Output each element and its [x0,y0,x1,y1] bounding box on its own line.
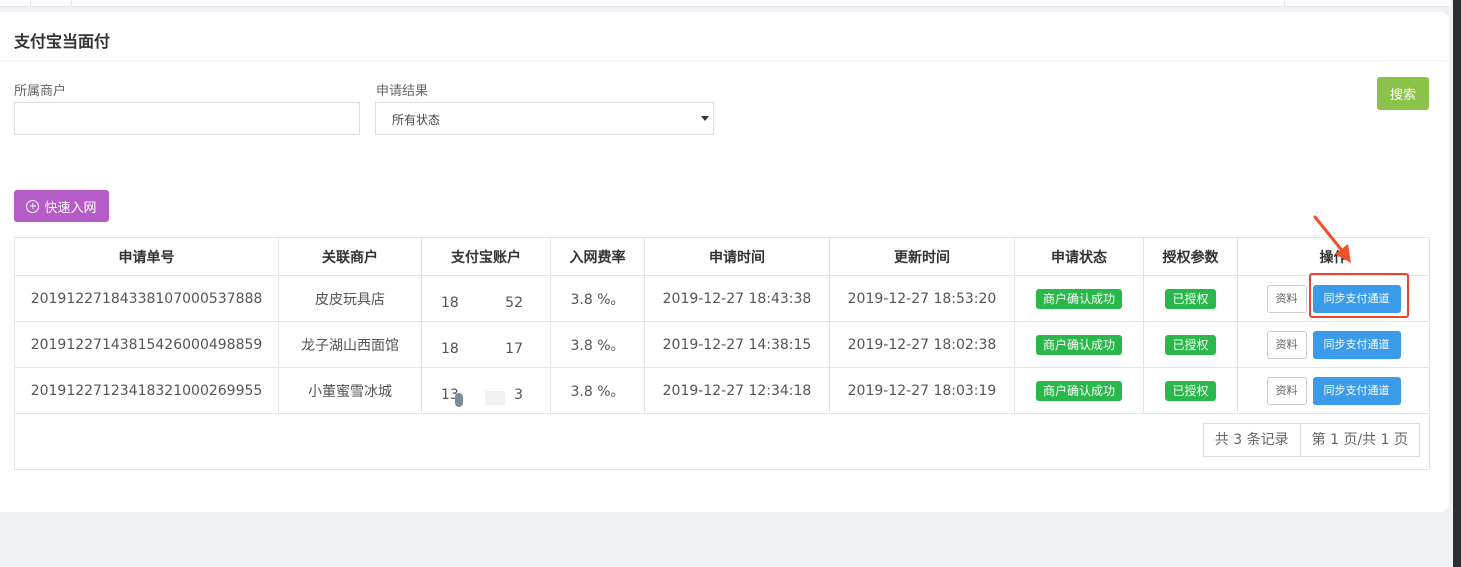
apply-time: 2019-12-27 12:34:18 [644,367,830,414]
annotation-arrow-icon [1313,215,1351,263]
quick-join-button[interactable]: + 快速入网 [14,190,109,222]
status-badge: 商户确认成功 [1035,334,1122,355]
update-time: 2019-12-27 18:53:20 [829,275,1015,322]
column-header: 入网费率 [550,237,645,276]
auth-badge: 已授权 [1165,288,1216,309]
alipay-f2f-panel: 支付宝当面付 所属商户 申请结果 所有状态 搜索 + 快速入网 申请单号 关联商… [0,12,1449,512]
account-head: 18 [441,294,459,311]
account-tail: 52 [505,294,523,311]
fee-rate: 3.8 %。 [550,321,645,368]
table-row: 20191227143815426000498859 龙子湖山西面馆 18 17 … [14,321,1430,368]
alipay-account: 13 3 [421,367,551,414]
column-header: 申请时间 [644,237,830,276]
info-button[interactable]: 资料 [1266,330,1307,359]
quick-join-label: 快速入网 [44,200,97,216]
column-header: 支付宝账户 [421,237,551,276]
merchant-name: 龙子湖山西面馆 [278,321,422,368]
fee-rate: 3.8 %。 [550,367,645,414]
alipay-account: 18 17 [421,321,551,368]
top-strip-divider [30,0,31,6]
redaction-mark [485,390,505,405]
order-number: 20191227123418321000269955 [14,367,279,414]
status-badge: 商户确认成功 [1035,288,1122,309]
auth-badge: 已授权 [1165,334,1216,355]
status-badge: 商户确认成功 [1035,380,1122,401]
plus-circle-icon: + [26,199,40,213]
order-number: 20191227184338107000537888 [14,275,279,322]
application-table: 申请单号 关联商户 支付宝账户 入网费率 申请时间 更新时间 申请状态 授权参数… [14,237,1430,470]
order-number: 20191227143815426000498859 [14,321,279,368]
account-tail: 3 [514,386,523,403]
pagination-total: 共 3 条记录 [1214,432,1289,448]
top-strip-divider [71,0,72,6]
sync-channel-button[interactable]: 同步支付通道 [1312,376,1401,405]
column-header: 更新时间 [829,237,1015,276]
alipay-account: 18 52 [421,275,551,322]
table-header-row: 申请单号 关联商户 支付宝账户 入网费率 申请时间 更新时间 申请状态 授权参数… [14,237,1430,276]
pagination: 共 3 条记录 第 1 页/共 1 页 [1202,423,1420,457]
page-title: 支付宝当面付 [14,32,111,51]
merchant-name: 皮皮玩具店 [278,275,422,322]
panel-header: 支付宝当面付 [0,12,1449,61]
fee-rate: 3.8 %。 [550,275,645,322]
merchant-filter-label: 所属商户 [14,84,67,99]
top-strip-divider [1284,0,1285,6]
pagination-row: 共 3 条记录 第 1 页/共 1 页 [14,413,1430,470]
info-button[interactable]: 资料 [1266,376,1307,405]
result-select[interactable]: 所有状态 [375,102,714,135]
apply-time: 2019-12-27 18:43:38 [644,275,830,322]
update-time: 2019-12-27 18:03:19 [829,367,1015,414]
redaction-mark [455,392,463,407]
account-tail: 17 [505,340,523,357]
auth-badge: 已授权 [1165,380,1216,401]
pagination-page: 第 1 页/共 1 页 [1299,424,1419,456]
merchant-name: 小董蜜雪冰城 [278,367,422,414]
result-select-value: 所有状态 [392,113,441,127]
update-time: 2019-12-27 18:02:38 [829,321,1015,368]
annotation-highlight-box [1309,273,1409,318]
window-edge [1453,0,1461,567]
search-button[interactable]: 搜索 [1377,77,1429,110]
merchant-input[interactable] [14,102,360,135]
column-header: 申请单号 [14,237,279,276]
account-head: 18 [441,340,459,357]
apply-time: 2019-12-27 14:38:15 [644,321,830,368]
column-header: 申请状态 [1014,237,1144,276]
column-header: 授权参数 [1143,237,1238,276]
table-row: 20191227184338107000537888 皮皮玩具店 18 52 3.… [14,275,1430,322]
table-row: 20191227123418321000269955 小董蜜雪冰城 13 3 3… [14,367,1430,414]
sync-channel-button[interactable]: 同步支付通道 [1312,330,1401,359]
top-strip [0,0,1451,7]
chevron-down-icon [701,116,709,121]
column-header: 关联商户 [278,237,422,276]
info-button[interactable]: 资料 [1266,284,1307,313]
result-filter-label: 申请结果 [376,84,429,99]
